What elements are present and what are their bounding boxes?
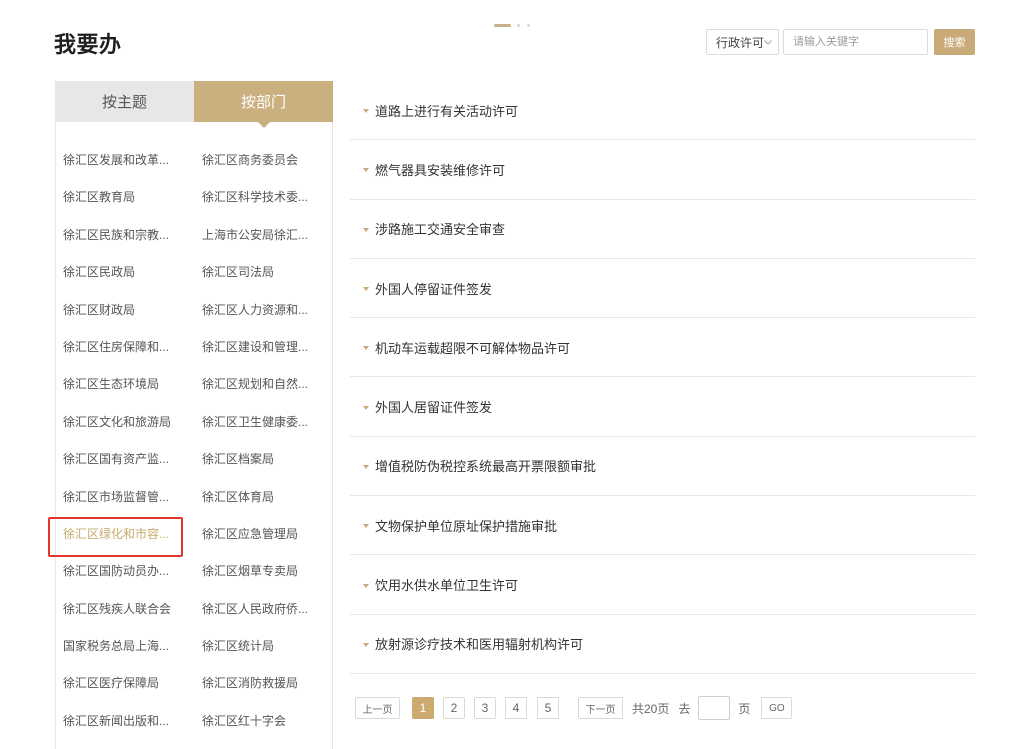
tab-by-department[interactable]: 按部门 (194, 81, 333, 128)
service-label: 饮用水供水单位卫生许可 (375, 578, 519, 594)
service-list: 道路上进行有关活动许可 燃气器具安装维修许可 涉路施工交通安全审查 外国人停留证… (350, 81, 975, 674)
carousel-dot[interactable] (517, 23, 520, 27)
department-item[interactable]: 徐汇区规划和自然... (195, 366, 332, 403)
department-item[interactable]: 徐汇区人民政府侨... (195, 591, 332, 628)
department-item[interactable]: 徐汇区人力资源和... (195, 292, 332, 329)
chevron-down-icon (764, 40, 772, 45)
department-item[interactable]: 徐汇区残疾人联合会 (56, 591, 195, 628)
department-panel: 徐汇区发展和改革... 徐汇区商务委员会 徐汇区教育局 徐汇区科学技术委... … (55, 122, 333, 749)
tab-bar: 按主题 按部门 (55, 81, 333, 128)
service-item[interactable]: 增值税防伪税控系统最高开票限额审批 (350, 437, 975, 497)
service-label: 外国人停留证件签发 (375, 281, 493, 297)
service-item[interactable]: 饮用水供水单位卫生许可 (350, 555, 975, 615)
department-item[interactable]: 徐汇区体育局 (195, 479, 332, 516)
department-item[interactable]: 徐汇区财政局 (56, 292, 195, 329)
caret-down-icon (363, 168, 369, 173)
search-input[interactable] (783, 29, 928, 55)
department-item[interactable]: 徐汇区生态环境局 (56, 366, 195, 403)
caret-down-icon (363, 583, 369, 588)
prev-page-button[interactable]: 上一页 (355, 697, 400, 719)
caret-down-icon (363, 642, 369, 647)
service-item[interactable]: 涉路施工交通安全审查 (350, 200, 975, 259)
page-button-1[interactable]: 1 (412, 697, 434, 719)
department-item[interactable]: 徐汇区商务委员会 (195, 142, 332, 179)
service-item[interactable]: 文物保护单位原址保护措施审批 (350, 496, 975, 556)
department-item[interactable]: 徐汇区文化和旅游局 (56, 404, 195, 441)
department-item[interactable]: 徐汇区国有资产监... (56, 441, 195, 478)
tab-label: 按部门 (240, 94, 286, 111)
department-item[interactable]: 徐汇区医疗保障局 (56, 665, 195, 702)
carousel-dot[interactable] (494, 23, 511, 27)
department-item[interactable]: 徐汇区建设和管理... (195, 329, 332, 366)
page-button-3[interactable]: 3 (474, 697, 496, 719)
department-item[interactable]: 徐汇区市场监督管... (56, 479, 195, 516)
service-label: 道路上进行有关活动许可 (375, 103, 519, 119)
department-item[interactable]: 国家税务总局上海... (56, 628, 195, 665)
page-title: 我要办 (54, 32, 122, 57)
department-item[interactable]: 徐汇区消防救援局 (195, 665, 332, 702)
service-label: 机动车运载超限不可解体物品许可 (375, 340, 571, 356)
caret-down-icon (363, 346, 369, 351)
department-item[interactable]: 徐汇区住房保障和... (56, 329, 195, 366)
department-item[interactable]: 徐汇区烟草专卖局 (195, 553, 332, 590)
service-item[interactable]: 放射源诊疗技术和医用辐射机构许可 (350, 615, 975, 674)
department-item[interactable]: 徐汇区科学技术委... (195, 179, 332, 216)
page-button-4[interactable]: 4 (505, 697, 527, 719)
department-item[interactable]: 徐汇区民政局 (56, 254, 195, 291)
service-label: 文物保护单位原址保护措施审批 (375, 518, 558, 534)
page-button-5[interactable]: 5 (537, 697, 559, 719)
total-pages-label: 共20页 (632, 701, 670, 716)
service-item[interactable]: 道路上进行有关活动许可 (350, 81, 975, 141)
service-item[interactable]: 机动车运载超限不可解体物品许可 (350, 318, 975, 378)
page-jump-input[interactable] (698, 696, 731, 720)
department-item[interactable]: 徐汇区卫生健康委... (195, 404, 332, 441)
carousel-dot[interactable] (527, 23, 530, 27)
department-item[interactable]: 上海市公安局徐汇... (195, 217, 332, 254)
pagination: 上一页 1 2 3 4 5 下一页 共20页 去 页 GO (355, 696, 793, 720)
goto-label: 去 (678, 701, 691, 716)
service-label: 燃气器具安装维修许可 (375, 162, 506, 178)
department-item[interactable]: 徐汇区发展和改革... (56, 142, 195, 179)
caret-down-icon (363, 109, 369, 114)
triangle-down-icon (257, 122, 270, 128)
caret-down-icon (363, 405, 369, 410)
caret-down-icon (363, 287, 369, 292)
department-item[interactable]: 徐汇区统计局 (195, 628, 332, 665)
department-item[interactable]: 徐汇区民族和宗教... (56, 217, 195, 254)
department-list: 徐汇区发展和改革... 徐汇区商务委员会 徐汇区教育局 徐汇区科学技术委... … (56, 142, 332, 740)
service-item[interactable]: 外国人停留证件签发 (350, 259, 975, 319)
category-select-value: 行政许可 (716, 35, 765, 50)
caret-down-icon (363, 524, 369, 529)
service-item[interactable]: 燃气器具安装维修许可 (350, 140, 975, 200)
department-item[interactable]: 徐汇区红十字会 (195, 703, 332, 740)
department-item[interactable]: 徐汇区应急管理局 (195, 516, 332, 553)
department-item[interactable]: 徐汇区档案局 (195, 441, 332, 478)
department-item[interactable]: 徐汇区教育局 (56, 179, 195, 216)
caret-down-icon (363, 227, 369, 232)
service-label: 增值税防伪税控系统最高开票限额审批 (375, 459, 597, 475)
go-button[interactable]: GO (761, 697, 793, 719)
department-item[interactable]: 徐汇区新闻出版和... (56, 703, 195, 740)
department-item[interactable]: 徐汇区司法局 (195, 254, 332, 291)
department-item[interactable]: 徐汇区绿化和市容... (56, 516, 195, 553)
page-button-2[interactable]: 2 (443, 697, 465, 719)
category-select[interactable]: 行政许可 (706, 29, 779, 55)
tab-by-topic[interactable]: 按主题 (55, 81, 194, 122)
search-button[interactable]: 搜索 (934, 29, 975, 55)
service-label: 放射源诊疗技术和医用辐射机构许可 (375, 637, 584, 653)
service-item[interactable]: 外国人居留证件签发 (350, 377, 975, 437)
service-label: 涉路施工交通安全审查 (375, 222, 506, 238)
carousel-indicator (494, 23, 537, 27)
department-item[interactable]: 徐汇区国防动员办... (56, 553, 195, 590)
tab-label: 按主题 (101, 94, 147, 111)
service-label: 外国人居留证件签发 (375, 400, 493, 416)
next-page-button[interactable]: 下一页 (578, 697, 623, 719)
caret-down-icon (363, 464, 369, 469)
page-unit-label: 页 (738, 701, 751, 716)
